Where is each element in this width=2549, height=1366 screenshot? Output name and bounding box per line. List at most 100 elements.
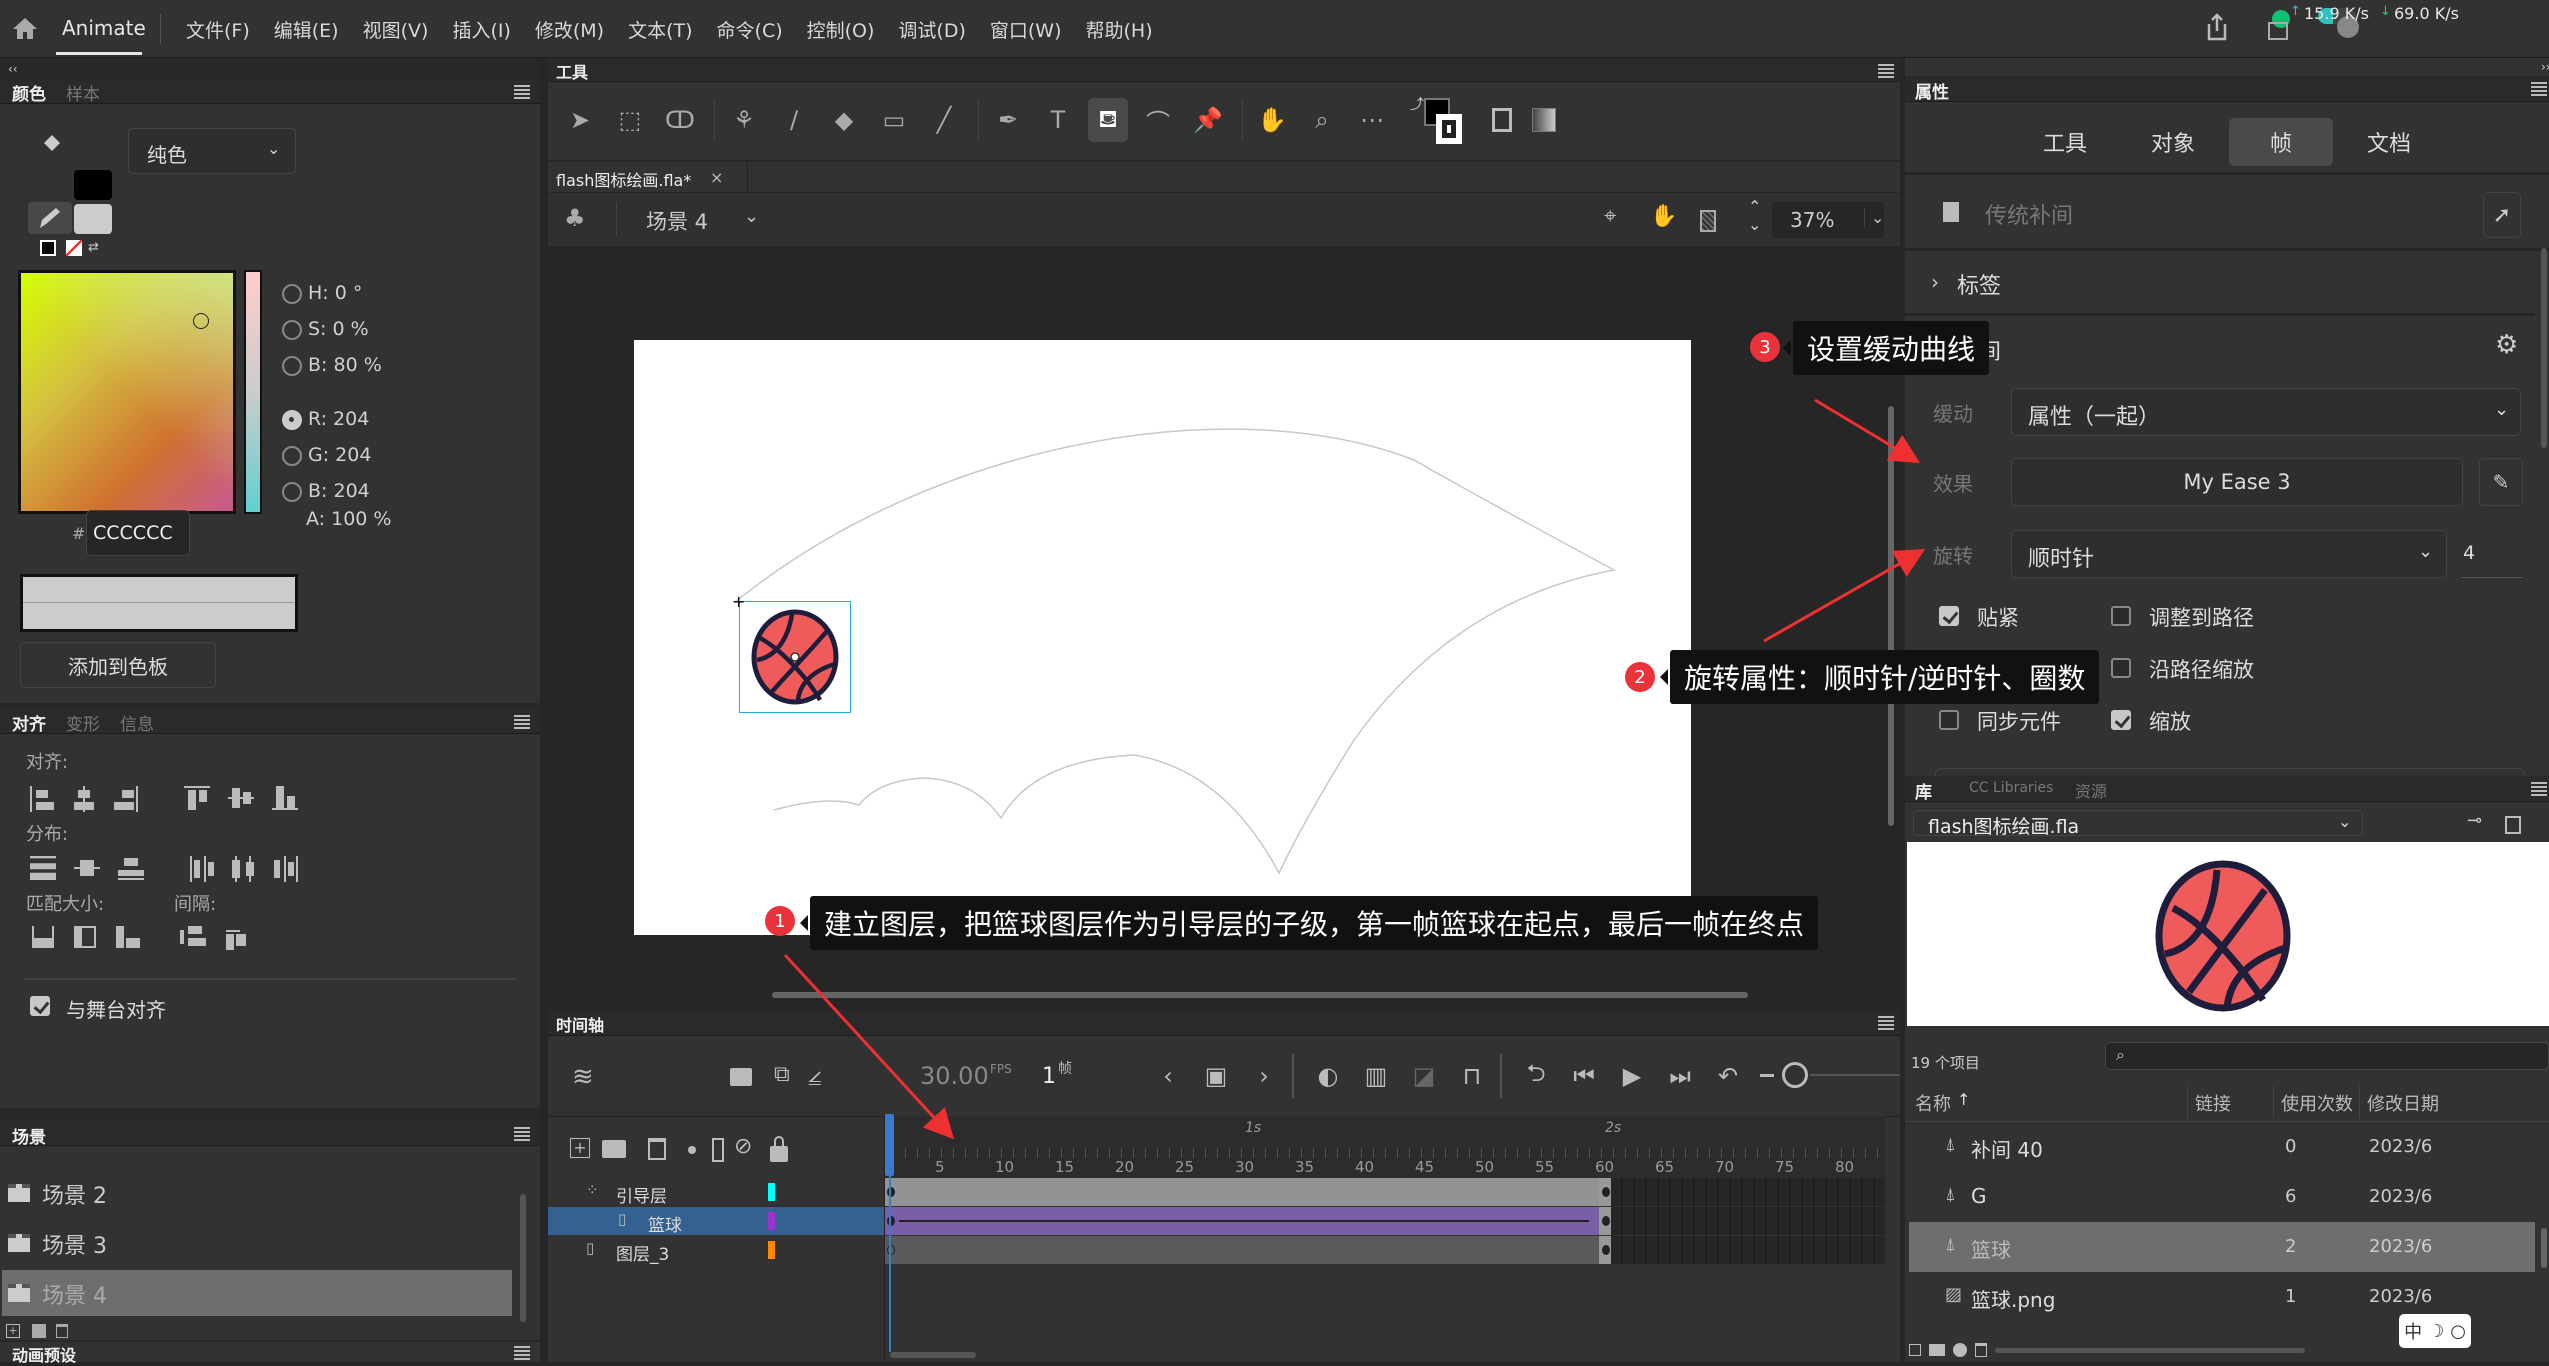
fill-color-chip[interactable] — [1436, 114, 1462, 144]
panel-menu-icon[interactable] — [1878, 64, 1894, 78]
blue-value[interactable]: B: 204 — [308, 480, 370, 502]
layer-name[interactable]: 引导层 — [616, 1182, 667, 1207]
center-stage-icon[interactable]: ⌖ — [1604, 204, 1616, 229]
current-frame[interactable]: 1 — [1042, 1064, 1056, 1089]
trash-icon[interactable] — [648, 1138, 666, 1160]
collapse-icon[interactable]: ‹‹ — [8, 62, 18, 76]
timeline-h-scrollbar[interactable] — [890, 1352, 976, 1358]
prop-tab[interactable]: 文档 — [2337, 118, 2441, 166]
brush-tool[interactable]: / — [774, 98, 814, 142]
panel-menu-icon[interactable] — [1878, 1016, 1894, 1030]
space-horizontal-icon[interactable] — [226, 926, 248, 950]
green-value[interactable]: G: 204 — [308, 444, 371, 466]
selection-tool[interactable]: ➤ — [560, 98, 600, 142]
paint-brush-tool[interactable]: ⚘ — [724, 98, 764, 142]
menu-edit[interactable]: 编辑(E) — [274, 16, 339, 43]
menu-control[interactable]: 控制(O) — [807, 16, 875, 43]
col-link[interactable]: 链接 — [2195, 1090, 2231, 1116]
align-top-icon[interactable] — [184, 786, 210, 810]
space-vertical-icon[interactable] — [180, 926, 206, 948]
delete-scene-icon[interactable] — [56, 1324, 68, 1338]
camera-icon[interactable] — [730, 1068, 752, 1086]
library-search[interactable]: ⌕ — [2105, 1042, 2549, 1070]
visibility-off-icon[interactable]: ⊘ — [734, 1134, 752, 1159]
empty-frames[interactable] — [1611, 1178, 1885, 1206]
effect-button[interactable]: My Ease 3 — [2011, 458, 2463, 506]
library-file-select[interactable]: flash图标绘画.fla ⌄ — [1913, 810, 2363, 838]
frame-span[interactable] — [885, 1207, 1599, 1235]
onion-skin-button[interactable]: ◐ — [1308, 1058, 1348, 1094]
fill-bucket-icon[interactable] — [40, 133, 62, 155]
frame-span[interactable] — [885, 1178, 1599, 1206]
stage-v-scrollbar[interactable] — [1888, 406, 1894, 826]
checkbox[interactable] — [1939, 710, 1959, 730]
layer-row[interactable]: ⁘ 引导层 — [548, 1178, 884, 1207]
color-picker-field[interactable] — [18, 270, 236, 514]
stroke-color-swatch[interactable] — [74, 170, 112, 200]
highlight-dot-icon[interactable] — [688, 1146, 696, 1154]
pencil-stroke-toggle[interactable] — [28, 202, 72, 234]
play-button[interactable]: ▶ — [1612, 1058, 1652, 1094]
hue-value[interactable]: H: 0 ° — [308, 282, 362, 304]
tab-info[interactable]: 信息 — [120, 710, 154, 735]
radio-blue[interactable] — [282, 482, 302, 502]
menu-view[interactable]: 视图(V) — [363, 16, 429, 43]
clip-content-icon[interactable] — [1700, 210, 1716, 232]
library-scrollbar[interactable] — [2541, 1228, 2547, 1268]
line-tool[interactable]: ╱ — [924, 98, 964, 142]
pen-tool[interactable]: ✒ — [988, 98, 1028, 142]
zoom-stepper-icon[interactable]: ⌃ ⌄ — [1748, 198, 1761, 234]
close-icon[interactable]: × — [710, 168, 723, 187]
parent-view-icon[interactable]: ⧉ — [774, 1062, 790, 1087]
properties-icon[interactable] — [1953, 1343, 1967, 1357]
layers-icon[interactable]: ≋ — [572, 1062, 594, 1092]
gear-icon[interactable]: ⚙ — [2495, 330, 2518, 360]
distribute-bottom-icon[interactable] — [118, 856, 144, 880]
ease-select[interactable]: 属性（一起） ⌄ — [2011, 388, 2521, 436]
menu-insert[interactable]: 插入(I) — [452, 16, 510, 43]
scene-selector[interactable]: 场景 4 — [646, 206, 708, 236]
empty-frames[interactable] — [1611, 1236, 1885, 1264]
outline-icon[interactable] — [712, 1138, 724, 1162]
distribute-right-icon[interactable] — [274, 856, 298, 882]
fill-type-select[interactable]: 纯色 ⌄ — [128, 128, 296, 174]
new-folder-icon[interactable] — [1929, 1344, 1945, 1356]
edit-multiple-button[interactable]: ▥ — [1356, 1058, 1396, 1094]
library-row[interactable]: ⍋ 篮球 2 2023/6 — [1909, 1222, 2535, 1272]
menu-file[interactable]: 文件(F) — [186, 16, 250, 43]
tab-library[interactable]: 库 — [1915, 778, 1932, 803]
loop-button[interactable]: ⊓ — [1452, 1058, 1492, 1094]
layer-name[interactable]: 篮球 — [648, 1211, 682, 1236]
radio-h[interactable] — [282, 284, 302, 304]
playhead-handle[interactable] — [885, 1114, 894, 1176]
lock-fill-icon[interactable] — [1532, 108, 1556, 132]
menu-debug[interactable]: 调试(D) — [898, 16, 965, 43]
checkbox[interactable] — [2111, 658, 2131, 678]
radio-g[interactable] — [282, 446, 302, 466]
tab-color[interactable]: 颜色 — [12, 80, 46, 105]
default-colors-icon[interactable] — [40, 240, 56, 256]
rotate-count-field[interactable]: 4 — [2461, 530, 2523, 578]
frame-zoom-slider[interactable] — [1810, 1074, 1900, 1076]
add-layer-icon[interactable]: + — [570, 1138, 590, 1158]
panel-menu-icon[interactable] — [514, 1127, 530, 1141]
align-vcenter-icon[interactable] — [228, 786, 254, 810]
panel-menu-icon[interactable] — [514, 715, 530, 729]
add-scene-icon[interactable]: + — [6, 1324, 20, 1338]
match-width-icon[interactable] — [32, 926, 54, 948]
checkbox[interactable] — [2111, 710, 2131, 730]
distribute-vcenter-icon[interactable] — [74, 856, 100, 880]
prop-tab[interactable]: 工具 — [2013, 118, 2117, 166]
expand-icon[interactable]: ›› — [2541, 60, 2549, 74]
swap-colors-icon[interactable]: ⇄ — [88, 240, 104, 256]
more-tool[interactable]: ⋯ — [1352, 98, 1392, 142]
panel-menu-icon[interactable] — [514, 85, 530, 99]
app-name[interactable]: Animate — [62, 16, 146, 40]
radio-b[interactable] — [282, 356, 302, 376]
stage-h-scrollbar[interactable] — [772, 992, 1748, 998]
distribute-hcenter-icon[interactable] — [232, 856, 256, 882]
library-row[interactable]: ⍋ G 6 2023/6 — [1909, 1172, 2535, 1222]
add-to-swatches-button[interactable]: 添加到色板 — [20, 642, 216, 688]
distribute-top-icon[interactable] — [30, 856, 56, 880]
fill-color-swatch[interactable] — [74, 204, 112, 234]
